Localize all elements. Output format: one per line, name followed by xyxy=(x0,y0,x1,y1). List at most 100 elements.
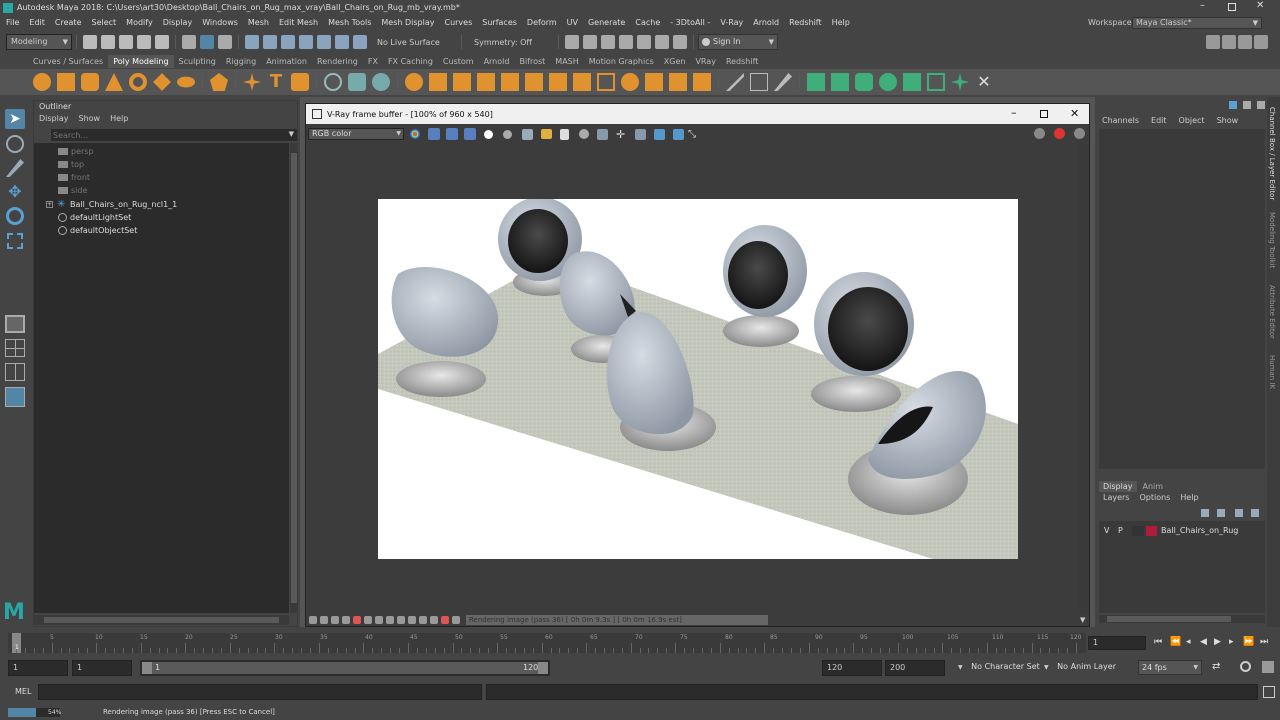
vfb-status-icon[interactable] xyxy=(320,616,328,624)
playback-end-field[interactable]: 120 xyxy=(822,660,882,676)
menu-item[interactable]: Edit xyxy=(29,18,45,27)
menu-item[interactable]: Windows xyxy=(202,18,238,27)
paint-select-icon[interactable] xyxy=(6,159,24,177)
render-frame-icon[interactable] xyxy=(565,35,579,49)
ipr-render-icon[interactable] xyxy=(601,35,615,49)
loop-icon[interactable]: ⇄ xyxy=(1212,661,1220,672)
vfb-maximize-icon[interactable] xyxy=(1040,110,1048,118)
shelf-tab[interactable]: Rigging xyxy=(221,57,261,66)
compare-icon[interactable] xyxy=(673,128,684,140)
menu-item[interactable]: Deform xyxy=(527,18,557,27)
mirror-icon[interactable] xyxy=(645,73,663,91)
poly-disc-icon[interactable] xyxy=(177,76,195,88)
redo-icon[interactable] xyxy=(155,35,169,49)
side-tab[interactable]: Human IK xyxy=(1268,355,1276,389)
make-hole-icon[interactable] xyxy=(525,73,543,91)
append-poly-icon[interactable] xyxy=(477,73,495,91)
planar-map-icon[interactable] xyxy=(831,73,849,91)
snap-vertex-icon[interactable] xyxy=(335,35,349,49)
channel-box-icon[interactable] xyxy=(1254,35,1268,49)
fill-hole-icon[interactable] xyxy=(501,73,519,91)
menu-item[interactable]: Cache xyxy=(635,18,660,27)
connect-icon[interactable] xyxy=(597,73,615,91)
layer-color-swatch[interactable] xyxy=(1146,525,1157,536)
hypershade-icon[interactable] xyxy=(637,35,651,49)
vfb-scroll-down-icon[interactable]: ▼ xyxy=(1080,616,1085,624)
unfold-icon[interactable] xyxy=(927,73,945,91)
symmetry-tool-icon[interactable] xyxy=(750,73,768,91)
side-tab-active[interactable]: Channel Box / Layer Editor xyxy=(1268,107,1276,200)
snap-point-icon[interactable] xyxy=(281,35,295,49)
outliner-item[interactable]: top xyxy=(58,158,84,171)
vfb-status-icon[interactable] xyxy=(342,616,350,624)
poly-cone-icon[interactable] xyxy=(105,73,123,91)
snap-curve-icon[interactable] xyxy=(263,35,277,49)
shelf-tab[interactable]: Rendering xyxy=(312,57,363,66)
shelf-tab[interactable]: Animation xyxy=(261,57,312,66)
two-pane-icon[interactable] xyxy=(5,363,25,381)
render-settings-icon[interactable] xyxy=(619,35,633,49)
shelf-tab[interactable]: Curves / Surfaces xyxy=(28,57,108,66)
render-view-icon[interactable] xyxy=(655,35,669,49)
sweep-mesh-icon[interactable] xyxy=(243,73,261,91)
blue-channel-icon[interactable] xyxy=(464,128,476,140)
layer-type-box[interactable] xyxy=(1132,525,1144,536)
vfb-minimize-icon[interactable]: – xyxy=(1011,106,1017,119)
outliner-item[interactable]: + ✳ Ball_Chairs_on_Rug_ncl1_1 xyxy=(46,198,177,211)
step-back-frame-icon[interactable]: ◂ xyxy=(1186,637,1191,647)
poly-cylinder-icon[interactable] xyxy=(81,73,99,91)
side-tab[interactable]: Modeling Toolkit xyxy=(1268,212,1276,268)
single-pane-icon[interactable] xyxy=(5,315,25,333)
shelf-tab[interactable]: Sculpting xyxy=(174,57,221,66)
reduce-icon[interactable] xyxy=(693,73,711,91)
auto-key-icon[interactable] xyxy=(1240,661,1251,672)
lens-effects-icon[interactable] xyxy=(654,128,665,140)
shelf-tab[interactable]: Motion Graphics xyxy=(584,57,659,66)
spherical-map-icon[interactable] xyxy=(879,73,897,91)
vfb-status-icon[interactable] xyxy=(408,616,416,624)
separate-icon[interactable] xyxy=(348,73,366,91)
channel-menu-item[interactable]: Edit xyxy=(1151,116,1167,125)
vfb-status-icon[interactable] xyxy=(364,616,372,624)
color-correct-icon[interactable] xyxy=(410,129,420,139)
preferences-icon[interactable] xyxy=(1262,661,1274,673)
select-component-icon[interactable] xyxy=(218,35,232,49)
magnet-icon[interactable] xyxy=(353,35,367,49)
outliner-vscroll-thumb[interactable] xyxy=(291,153,297,603)
command-language[interactable]: MEL xyxy=(15,687,31,696)
layer-tool-icon[interactable] xyxy=(1235,509,1243,517)
shelf-tab[interactable]: Redshift xyxy=(721,57,763,66)
range-slider[interactable]: 1 120 xyxy=(140,660,550,676)
svg-tool-icon[interactable] xyxy=(291,73,309,91)
sign-in-button[interactable]: Sign In ▼ xyxy=(698,34,778,50)
tool-settings-icon[interactable] xyxy=(1238,35,1252,49)
menu-item[interactable]: Edit Mesh xyxy=(279,18,318,27)
vfb-status-icon[interactable] xyxy=(397,616,405,624)
layer-tab[interactable]: Anim xyxy=(1137,481,1170,492)
region-render-icon[interactable] xyxy=(579,129,589,139)
select-hierarchy-icon[interactable] xyxy=(182,35,196,49)
vfb-status-icon[interactable] xyxy=(419,616,427,624)
open-scene-icon[interactable] xyxy=(101,35,115,49)
menu-item[interactable]: Select xyxy=(91,18,116,27)
mode-select[interactable]: Modeling ▼ xyxy=(6,34,72,50)
target-weld-icon[interactable] xyxy=(573,73,591,91)
panel-icon[interactable] xyxy=(1257,101,1265,109)
shelf-tab[interactable]: Custom xyxy=(438,57,479,66)
vfb-status-icon[interactable] xyxy=(331,616,339,624)
shelf-tab[interactable]: Arnold xyxy=(479,57,515,66)
render-region-icon[interactable] xyxy=(635,128,646,140)
shelf-tab[interactable]: XGen xyxy=(659,57,691,66)
snap-grid-icon[interactable] xyxy=(245,35,259,49)
vfb-status-icon[interactable] xyxy=(375,616,383,624)
alpha-dot-icon[interactable] xyxy=(503,129,512,139)
vfb-status-icon[interactable] xyxy=(309,616,317,624)
link-icon[interactable] xyxy=(597,128,608,140)
shelf-tab[interactable]: FX xyxy=(363,57,383,66)
shelf-tab[interactable]: FX Caching xyxy=(383,57,438,66)
outliner-item[interactable]: side xyxy=(58,184,87,197)
outliner-item[interactable]: defaultLightSet xyxy=(58,211,131,224)
symmetry-text[interactable]: Symmetry: Off xyxy=(474,38,554,47)
bevel-icon[interactable] xyxy=(453,73,471,91)
modeling-toolkit-icon[interactable] xyxy=(1206,35,1220,49)
